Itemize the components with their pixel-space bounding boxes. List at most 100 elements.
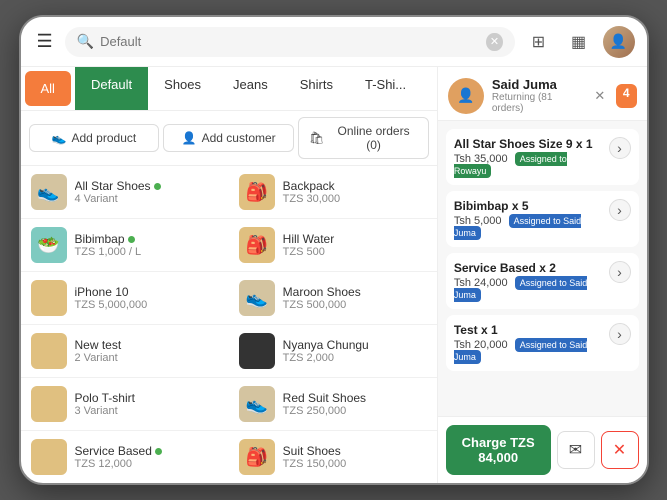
product-thumbnail: 🥗 xyxy=(31,227,67,263)
order-item-name: Bibimbap x 5 xyxy=(454,199,603,213)
main-content: All Default Shoes Jeans Shirts T-Shi... … xyxy=(21,67,647,483)
add-product-button[interactable]: 👟 Add product xyxy=(29,124,160,152)
product-info: iPhone 10 TZS 5,000,000 xyxy=(75,285,219,311)
product-info: Red Suit Shoes TZS 250,000 xyxy=(283,391,427,417)
order-item-info: Service Based x 2 Tsh 24,000 Assigned to… xyxy=(454,261,603,301)
grid-view-icon[interactable]: ⊞ xyxy=(523,26,555,58)
product-meta: 2 Variant xyxy=(75,352,219,364)
add-customer-button[interactable]: 👤 Add customer xyxy=(163,124,294,152)
order-qty-button[interactable]: › xyxy=(609,199,631,221)
top-bar-icons: ⊞ ▦ 👤 xyxy=(523,26,635,58)
customer-actions: ✕ 4 xyxy=(588,84,637,108)
product-info: Polo T-shirt 3 Variant xyxy=(75,391,219,417)
product-name: Service Based xyxy=(75,444,219,458)
product-meta: TZS 1,000 / L xyxy=(75,246,219,258)
product-item[interactable]: 👟 Maroon Shoes TZS 500,000 xyxy=(229,272,437,325)
product-price: TZS 500,000 xyxy=(283,299,427,311)
product-item[interactable]: iPhone 10 TZS 5,000,000 xyxy=(21,272,229,325)
cart-badge[interactable]: 4 xyxy=(616,84,637,108)
product-price: TZS 500 xyxy=(283,246,427,258)
product-thumbnail: 🎒 xyxy=(239,227,275,263)
order-item-price: Tsh 5,000 Assigned to Said Juma xyxy=(454,215,603,239)
order-qty-button[interactable]: › xyxy=(609,137,631,159)
menu-icon[interactable]: ☰ xyxy=(33,27,57,56)
product-name: Backpack xyxy=(283,179,427,193)
cancel-button[interactable]: ✕ xyxy=(601,431,639,469)
product-item[interactable]: 👟 All Star Shoes 4 Variant xyxy=(21,166,229,219)
order-item-name: Service Based x 2 xyxy=(454,261,603,275)
product-meta: TZS 12,000 xyxy=(75,458,219,470)
product-thumbnail: 👟 xyxy=(31,174,67,210)
order-list: All Star Shoes Size 9 x 1 Tsh 35,000 Ass… xyxy=(438,121,647,416)
product-thumbnail: 👟 xyxy=(239,280,275,316)
online-orders-icon: 🛍 xyxy=(309,131,324,145)
product-item[interactable]: Polo T-shirt 3 Variant xyxy=(21,378,229,431)
top-bar: ☰ 🔍 ✕ ⊞ ▦ 👤 xyxy=(21,17,647,67)
tab-tshirt[interactable]: T-Shi... xyxy=(349,67,422,110)
order-item-badge: Assigned to Said Juma xyxy=(454,338,587,364)
product-thumbnail: 🎒 xyxy=(239,174,275,210)
product-info: Nyanya Chungu TZS 2,000 xyxy=(283,338,427,364)
product-info: Suit Shoes TZS 150,000 xyxy=(283,444,427,470)
tab-shirts[interactable]: Shirts xyxy=(284,67,349,110)
tab-all[interactable]: All xyxy=(25,71,71,106)
product-item[interactable]: 🎒 Backpack TZS 30,000 xyxy=(229,166,437,219)
product-item[interactable]: 🥗 Bibimbap TZS 1,000 / L xyxy=(21,219,229,272)
order-qty-button[interactable]: › xyxy=(609,323,631,345)
product-info: New test 2 Variant xyxy=(75,338,219,364)
product-meta: 3 Variant xyxy=(75,405,219,417)
product-item[interactable]: 🎒 Hill Water TZS 500 xyxy=(229,219,437,272)
product-thumbnail xyxy=(31,439,67,475)
barcode-icon[interactable]: ▦ xyxy=(563,26,595,58)
online-orders-button[interactable]: 🛍 Online orders (0) xyxy=(298,117,429,159)
customer-sub: Returning (81 orders) xyxy=(492,92,580,114)
product-thumbnail xyxy=(31,280,67,316)
order-qty-button[interactable]: › xyxy=(609,261,631,283)
product-thumbnail xyxy=(31,386,67,422)
customer-close-btn[interactable]: ✕ xyxy=(588,84,612,108)
user-avatar[interactable]: 👤 xyxy=(603,26,635,58)
product-info: All Star Shoes 4 Variant xyxy=(75,179,219,205)
email-button[interactable]: ✉ xyxy=(557,431,595,469)
order-item-badge: Assigned to Said Juma xyxy=(454,214,581,240)
order-item: Test x 1 Tsh 20,000 Assigned to Said Jum… xyxy=(446,315,639,371)
search-box: 🔍 ✕ xyxy=(65,27,515,57)
add-product-icon: 👟 xyxy=(52,131,67,145)
product-info: Maroon Shoes TZS 500,000 xyxy=(283,285,427,311)
product-meta: TZS 5,000,000 xyxy=(75,299,219,311)
charge-bar: Charge TZS 84,000 ✉ ✕ xyxy=(438,416,647,483)
product-name: Nyanya Chungu xyxy=(283,338,427,352)
order-item: Service Based x 2 Tsh 24,000 Assigned to… xyxy=(446,253,639,309)
product-info: Bibimbap TZS 1,000 / L xyxy=(75,232,219,258)
product-item[interactable]: Nyanya Chungu TZS 2,000 xyxy=(229,325,437,378)
search-input[interactable] xyxy=(100,34,480,49)
order-item-price: Tsh 24,000 Assigned to Said Juma xyxy=(454,277,603,301)
product-price: TZS 2,000 xyxy=(283,352,427,364)
product-item[interactable]: Service Based TZS 12,000 xyxy=(21,431,229,483)
order-item-price: Tsh 20,000 Assigned to Said Juma xyxy=(454,339,603,363)
product-thumbnail xyxy=(239,333,275,369)
product-price: TZS 250,000 xyxy=(283,405,427,417)
product-item[interactable]: New test 2 Variant xyxy=(21,325,229,378)
product-name: Red Suit Shoes xyxy=(283,391,427,405)
product-name: Hill Water xyxy=(283,232,427,246)
add-customer-icon: 👤 xyxy=(182,131,197,145)
left-panel: All Default Shoes Jeans Shirts T-Shi... … xyxy=(21,67,438,483)
order-item-info: Test x 1 Tsh 20,000 Assigned to Said Jum… xyxy=(454,323,603,363)
tab-jeans[interactable]: Jeans xyxy=(217,67,284,110)
search-clear-btn[interactable]: ✕ xyxy=(486,33,502,51)
tab-default[interactable]: Default xyxy=(75,67,148,110)
customer-info: Said Juma Returning (81 orders) xyxy=(492,77,580,114)
order-item-name: Test x 1 xyxy=(454,323,603,337)
product-info: Service Based TZS 12,000 xyxy=(75,444,219,470)
order-item-name: All Star Shoes Size 9 x 1 xyxy=(454,137,603,151)
charge-button[interactable]: Charge TZS 84,000 xyxy=(446,425,551,475)
product-thumbnail xyxy=(31,333,67,369)
product-item[interactable]: 👟 Red Suit Shoes TZS 250,000 xyxy=(229,378,437,431)
tab-shoes[interactable]: Shoes xyxy=(148,67,217,110)
product-thumbnail: 🎒 xyxy=(239,439,275,475)
product-name: New test xyxy=(75,338,219,352)
product-name: Suit Shoes xyxy=(283,444,427,458)
product-item[interactable]: 🎒 Suit Shoes TZS 150,000 xyxy=(229,431,437,483)
product-name: iPhone 10 xyxy=(75,285,219,299)
